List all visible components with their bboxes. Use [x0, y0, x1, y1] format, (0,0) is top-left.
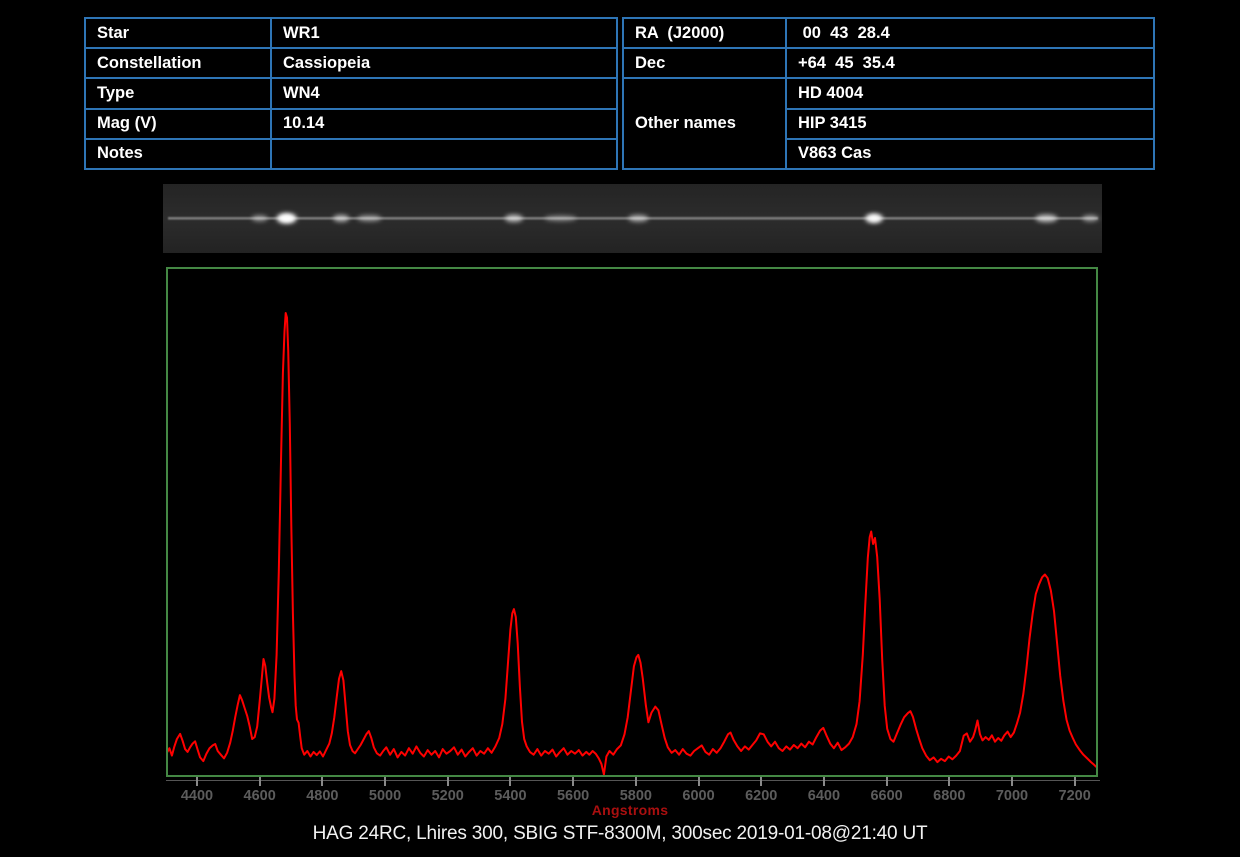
type-value-cell: WN4: [270, 77, 618, 110]
strip-emission-blob: [357, 215, 382, 222]
acquisition-caption: HAG 24RC, Lhires 300, SBIG STF-8300M, 30…: [312, 823, 928, 844]
constellation-value-cell: Cassiopeia: [270, 47, 618, 80]
strip-emission-blob: [333, 214, 350, 222]
star-label-cell: Star: [84, 16, 272, 50]
type-label-cell: Type: [84, 77, 272, 110]
x-tick-mark: [196, 777, 198, 786]
dec-value-cell: +64 45 35.4: [785, 47, 1155, 80]
x-axis-title: Angstroms: [591, 802, 669, 818]
x-tick-mark: [446, 777, 449, 786]
x-tick-label: 5000: [368, 788, 402, 804]
x-tick-mark: [384, 777, 387, 786]
dec-label-cell: Dec: [622, 47, 787, 80]
x-tick-mark: [885, 777, 888, 786]
x-tick-mark: [760, 777, 763, 786]
x-tick-mark: [1073, 777, 1076, 786]
x-tick-mark: [509, 777, 512, 786]
table-row: Dec +64 45 35.4: [622, 47, 1155, 80]
x-axis-line: [166, 780, 1100, 781]
spectrum-plot-svg: [168, 312, 1096, 775]
strip-emission-blob: [1035, 214, 1058, 223]
star-info-table-right: RA (J2000) 00 43 28.4 Dec +64 45 35.4 Ot…: [622, 16, 1155, 170]
notes-label-cell: Notes: [84, 137, 272, 170]
strip-emission-blob: [544, 215, 577, 222]
x-tick-mark: [634, 777, 637, 786]
other-name-value-cell: HIP 3415: [785, 107, 1155, 140]
magnitude-value-cell: 10.14: [270, 107, 618, 140]
table-row: Constellation Cassiopeia: [84, 47, 618, 80]
x-tick-mark: [258, 777, 261, 786]
spectrum-line-series: [168, 312, 1096, 775]
spectroscopy-report-page: Star WR1 Constellation Cassiopeia Type W…: [0, 0, 1240, 857]
table-row: Star WR1: [84, 16, 618, 50]
table-row: Type WN4: [84, 77, 618, 110]
x-tick-mark: [572, 777, 575, 786]
strip-emission-blob: [1082, 215, 1099, 222]
x-tick-label: 4400: [180, 788, 214, 804]
strip-emission-blob-core: [280, 215, 293, 222]
star-value-cell: WR1: [270, 16, 618, 50]
x-tick-label: 4800: [306, 788, 339, 804]
other-name-value-cell: V863 Cas: [785, 137, 1155, 170]
x-tick-label: 6200: [745, 788, 778, 804]
table-row: Mag (V) 10.14: [84, 107, 618, 140]
x-tick-mark: [948, 777, 951, 786]
other-name-value-cell: HD 4004: [785, 77, 1155, 110]
x-tick-label: 6600: [870, 788, 903, 804]
raw-spectrum-strip-image: [163, 184, 1102, 253]
strip-emission-blob-core: [868, 215, 880, 222]
strip-emission-blob: [628, 214, 649, 222]
ra-value-cell: 00 43 28.4: [785, 16, 1155, 50]
spectrum-strip-svg: [163, 184, 1102, 253]
spectrum-plot-frame: [166, 267, 1098, 777]
ra-label-cell: RA (J2000): [622, 16, 787, 50]
x-tick-label: 5200: [431, 788, 464, 804]
x-tick-mark: [697, 777, 700, 786]
x-tick-label: 7200: [1058, 788, 1091, 804]
strip-emission-blob: [504, 214, 523, 223]
notes-value-cell: [270, 137, 618, 170]
star-info-table-left: Star WR1 Constellation Cassiopeia Type W…: [84, 16, 618, 170]
x-tick-label: 6800: [933, 788, 966, 804]
x-tick-label: 4600: [243, 788, 276, 804]
constellation-label-cell: Constellation: [84, 47, 272, 80]
magnitude-label-cell: Mag (V): [84, 107, 272, 140]
table-row: RA (J2000) 00 43 28.4: [622, 16, 1155, 50]
x-tick-mark: [1010, 777, 1013, 786]
x-tick-mark: [822, 777, 825, 786]
table-row: Other names HD 4004: [622, 77, 1155, 170]
x-tick-mark: [321, 777, 324, 786]
x-tick-label: 6400: [807, 788, 841, 804]
strip-emission-blob: [251, 215, 268, 222]
other-names-label-cell: Other names: [622, 77, 787, 170]
x-tick-label: 7000: [995, 788, 1029, 804]
table-row: Notes: [84, 137, 618, 170]
x-tick-label: 5400: [494, 788, 527, 804]
